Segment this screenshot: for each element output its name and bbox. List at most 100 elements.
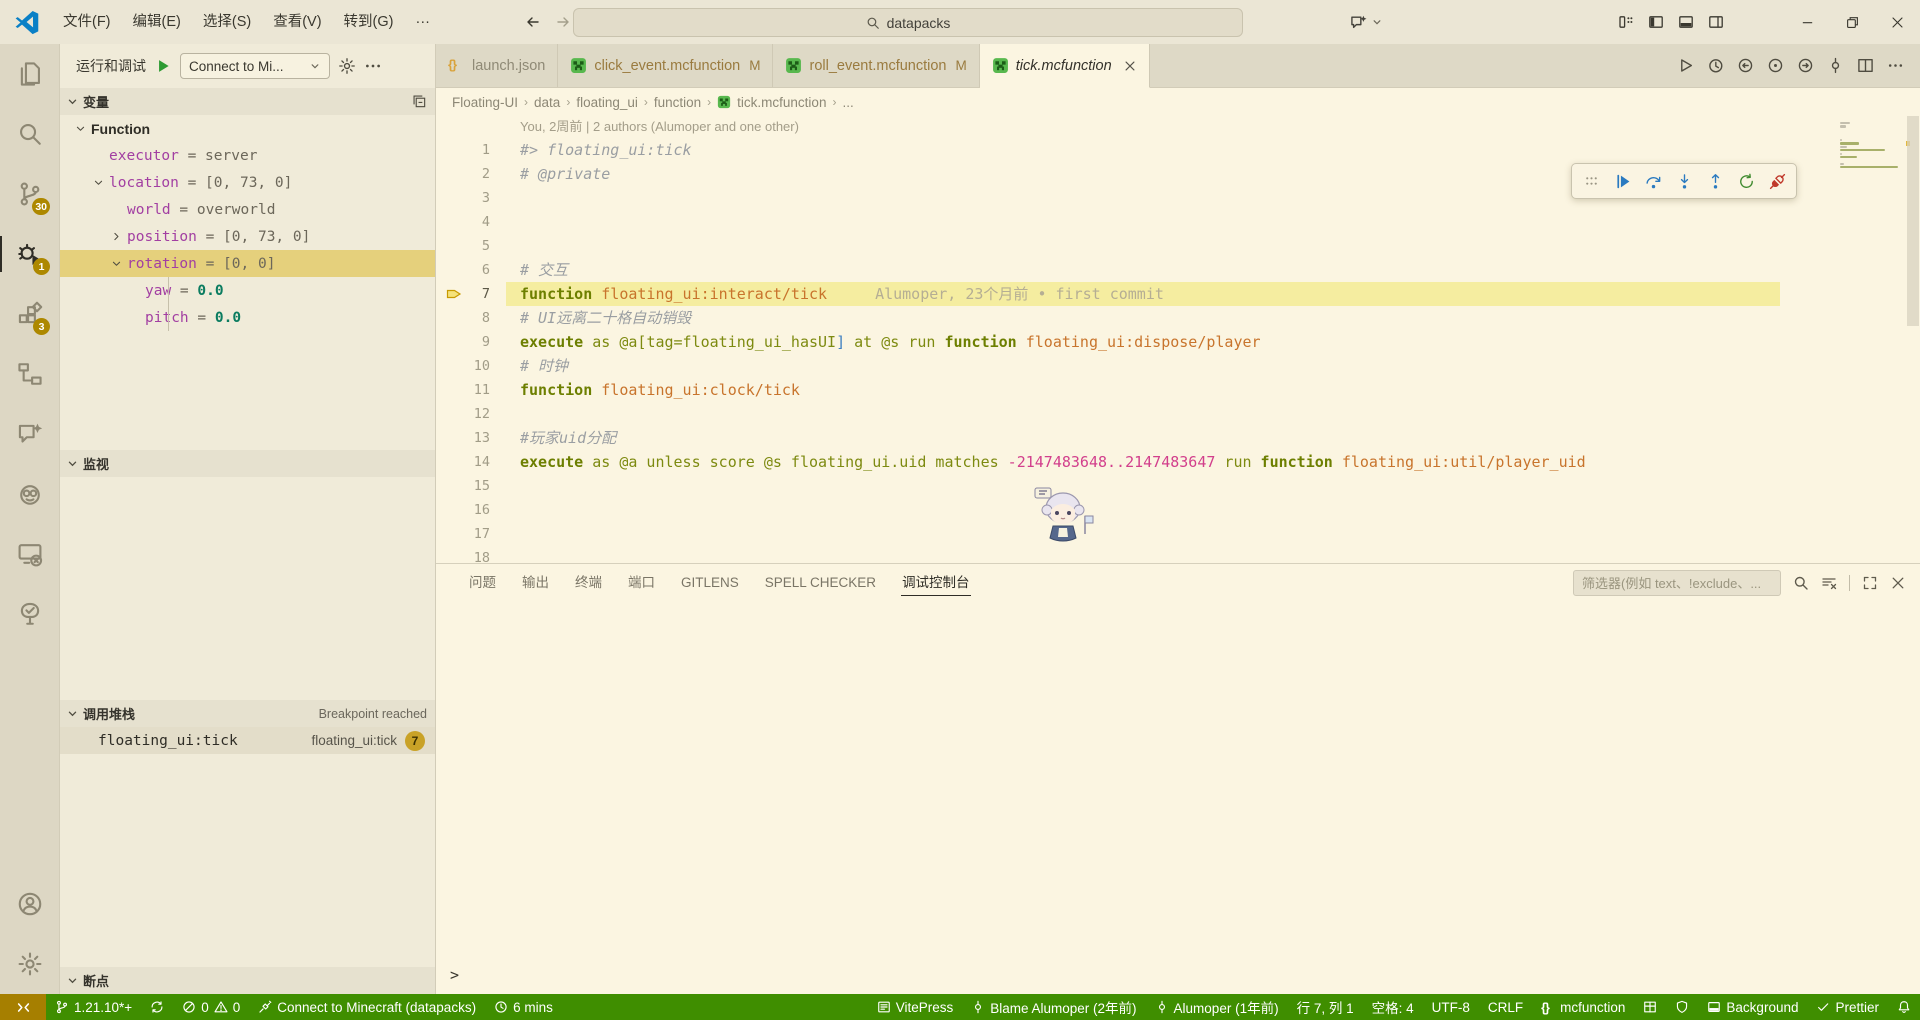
panel-tab-调试控制台[interactable]: 调试控制台	[889, 564, 983, 602]
activity-accounts[interactable]	[0, 874, 59, 934]
code-editor[interactable]: You, 2周前 | 2 authors (Alumoper and one o…	[436, 116, 1920, 563]
console-filter-input[interactable]	[1573, 570, 1781, 596]
variables-section-header[interactable]: 变量	[60, 88, 435, 115]
minimize-button[interactable]	[1785, 0, 1830, 44]
local-history[interactable]	[1707, 57, 1724, 74]
configure-gear-icon[interactable]	[338, 57, 356, 75]
panel-tab-问题[interactable]: 问题	[456, 564, 509, 602]
toggle-secondary-sidebar-icon[interactable]	[1708, 14, 1724, 30]
panel-tab-输出[interactable]: 输出	[509, 564, 562, 602]
variable-row[interactable]: rotation = [0, 0]	[60, 250, 435, 277]
run-button[interactable]	[1677, 57, 1694, 74]
gitlens-codelens[interactable]: You, 2周前 | 2 authors (Alumoper and one o…	[436, 116, 1920, 138]
variable-row[interactable]: location = [0, 73, 0]	[60, 169, 435, 196]
code-line-7[interactable]: 7function floating_ui:interact/tickAlumo…	[436, 282, 1920, 306]
eol[interactable]: CRLF	[1479, 994, 1532, 1020]
split-editor[interactable]	[1857, 57, 1874, 74]
next-change[interactable]	[1797, 57, 1814, 74]
cursor-position[interactable]: 行 7, 列 1	[1288, 994, 1363, 1020]
code-line-14[interactable]: 14execute as @a unless score @s floating…	[436, 450, 1920, 474]
variable-row[interactable]: yaw = 0.0	[60, 277, 435, 304]
restart-button[interactable]	[1735, 170, 1757, 192]
extension-status-2[interactable]	[1666, 994, 1698, 1020]
activity-todo-tree[interactable]	[0, 584, 59, 644]
variable-row[interactable]: world = overworld	[60, 196, 435, 223]
more-actions[interactable]	[1887, 57, 1904, 74]
tab-launch.json[interactable]: {}launch.json	[436, 44, 558, 87]
activity-remote-explorer[interactable]	[0, 524, 59, 584]
activity-chat[interactable]	[0, 404, 59, 464]
toggle-panel-icon[interactable]	[1678, 14, 1694, 30]
code-line-9[interactable]: 9execute as @a[tag=floating_ui_hasUI] at…	[436, 330, 1920, 354]
code-line-17[interactable]: 17	[436, 522, 1920, 546]
step-over-button[interactable]	[1642, 170, 1664, 192]
menu-item-3[interactable]: 查看(V)	[262, 7, 332, 37]
close-button[interactable]	[1875, 0, 1920, 44]
panel-tab-端口[interactable]: 端口	[615, 564, 668, 602]
menu-item-4[interactable]: 转到(G)	[333, 7, 405, 37]
code-line-6[interactable]: 6# 交互	[436, 258, 1920, 282]
breadcrumb-item[interactable]: floating_ui	[576, 95, 638, 110]
extension-status-1[interactable]	[1634, 994, 1666, 1020]
breadcrumb[interactable]: Floating-UI›data›floating_ui›function›ti…	[436, 88, 1920, 116]
breadcrumb-item[interactable]: function	[654, 95, 701, 110]
activity-extensions[interactable]: 3	[0, 284, 59, 344]
code-line-11[interactable]: 11function floating_ui:clock/tick	[436, 378, 1920, 402]
tab-click_event.mcfunction[interactable]: click_event.mcfunctionM	[558, 44, 773, 87]
editor-scrollbar[interactable]	[1907, 116, 1919, 326]
gitlens-compare[interactable]	[1767, 57, 1784, 74]
variable-row[interactable]: position = [0, 73, 0]	[60, 223, 435, 250]
console-input-prompt[interactable]: >	[450, 966, 459, 984]
back-arrow-icon[interactable]	[525, 14, 541, 30]
gitlens-author[interactable]: Alumoper (1年前)	[1146, 994, 1288, 1020]
disconnect-button[interactable]	[1766, 170, 1788, 192]
vitepress-status[interactable]: VitePress	[868, 994, 963, 1020]
code-line-1[interactable]: 1#> floating_ui:tick	[436, 138, 1920, 162]
menu-item-5[interactable]: ···	[404, 7, 441, 37]
sync-status[interactable]	[141, 994, 173, 1020]
variable-row[interactable]: Function	[60, 115, 435, 142]
breadcrumb-item[interactable]: ...	[842, 95, 853, 110]
gitlens-blame[interactable]: Blame Alumoper (2年前)	[962, 994, 1145, 1020]
collapse-all-icon[interactable]	[412, 94, 427, 109]
menu-item-1[interactable]: 编辑(E)	[122, 7, 192, 37]
breadcrumb-item[interactable]: tick.mcfunction	[737, 95, 826, 110]
copilot-menu[interactable]	[1350, 0, 1383, 44]
encoding[interactable]: UTF-8	[1423, 994, 1479, 1020]
breadcrumb-item[interactable]: data	[534, 95, 560, 110]
panel-tab-终端[interactable]: 终端	[562, 564, 615, 602]
step-out-button[interactable]	[1704, 170, 1726, 192]
activity-gitlens[interactable]	[0, 464, 59, 524]
session-timer[interactable]: 6 mins	[485, 994, 562, 1020]
more-actions-icon[interactable]	[364, 57, 382, 75]
code-line-10[interactable]: 10# 时钟	[436, 354, 1920, 378]
panel-tab-GITLENS[interactable]: GITLENS	[668, 564, 752, 602]
variable-row[interactable]: executor = server	[60, 142, 435, 169]
breadcrumb-item[interactable]: Floating-UI	[452, 95, 518, 110]
activity-type-hierarchy[interactable]	[0, 344, 59, 404]
language-mode[interactable]: {}mcfunction	[1532, 994, 1634, 1020]
tab-roll_event.mcfunction[interactable]: roll_event.mcfunctionM	[773, 44, 979, 87]
prettier-status[interactable]: Prettier	[1807, 994, 1888, 1020]
callstack-frame[interactable]: floating_ui:tickfloating_ui:tick7	[60, 727, 435, 754]
code-line-8[interactable]: 8# UI远离二十格自动销毁	[436, 306, 1920, 330]
problems-status[interactable]: 00	[173, 994, 249, 1020]
indentation[interactable]: 空格: 4	[1363, 994, 1423, 1020]
command-center-search[interactable]: datapacks	[573, 8, 1243, 37]
activity-run-and-debug[interactable]: 1	[0, 224, 59, 284]
breakpoints-section-header[interactable]: 断点	[60, 967, 435, 994]
activity-search[interactable]	[0, 104, 59, 164]
maximize-panel-icon[interactable]	[1862, 575, 1878, 591]
watch-section-header[interactable]: 监视	[60, 450, 435, 477]
activity-settings[interactable]	[0, 934, 59, 994]
code-line-5[interactable]: 5	[436, 234, 1920, 258]
remote-indicator[interactable]	[0, 994, 46, 1020]
step-into-button[interactable]	[1673, 170, 1695, 192]
notifications-bell[interactable]	[1888, 994, 1920, 1020]
branch-status[interactable]: 1.21.10*+	[46, 994, 141, 1020]
continue-button[interactable]	[1611, 170, 1633, 192]
menu-item-2[interactable]: 选择(S)	[192, 7, 262, 37]
code-line-4[interactable]: 4	[436, 210, 1920, 234]
debug-session-status[interactable]: Connect to Minecraft (datapacks)	[249, 994, 485, 1020]
tab-tick.mcfunction[interactable]: tick.mcfunction	[980, 44, 1150, 88]
